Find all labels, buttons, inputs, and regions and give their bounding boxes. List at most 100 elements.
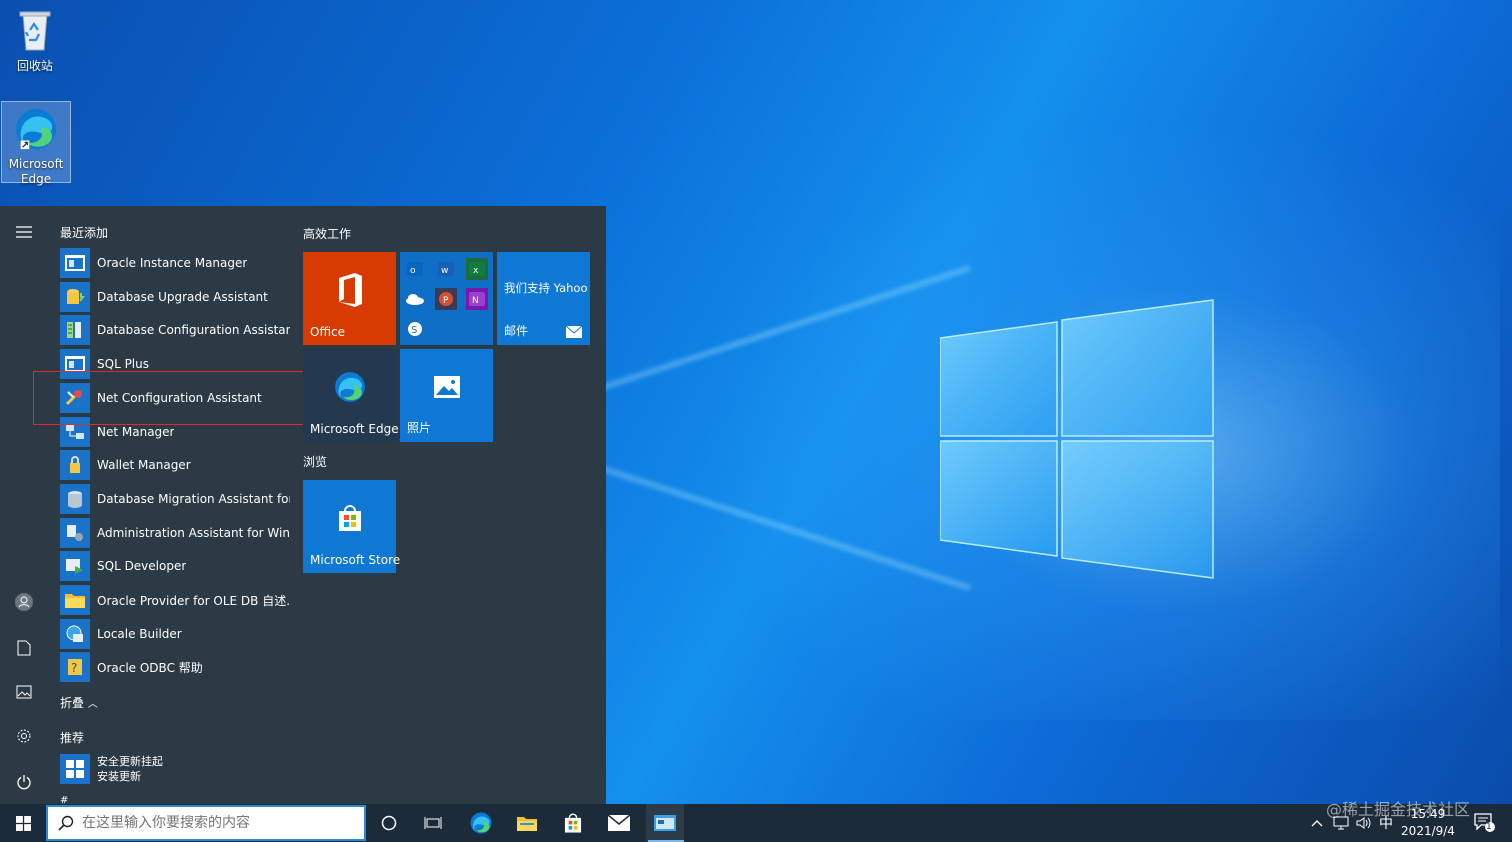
desktop-icon-recycle-bin[interactable]: 回收站	[0, 4, 70, 74]
recommended-item-security-update[interactable]: 安全更新挂起 安装更新	[60, 752, 290, 786]
notification-count: 1	[1486, 822, 1492, 832]
excel-icon: x	[466, 258, 488, 280]
gear-icon	[17, 729, 31, 743]
app-list-item-label: Database Configuration Assistant	[97, 323, 290, 338]
app-list-item[interactable]: Locale Builder	[60, 618, 290, 650]
search-icon	[58, 815, 74, 831]
edge-icon	[15, 108, 57, 150]
windows-wallpaper-logo	[940, 299, 1214, 579]
user-avatar-icon	[15, 593, 33, 611]
folder-icon	[517, 817, 537, 831]
power-button[interactable]	[12, 770, 36, 794]
powerpoint-icon: P	[435, 288, 457, 310]
app-list-item-label: Database Migration Assistant for...	[97, 491, 290, 506]
app-list-item[interactable]: Administration Assistant for Win...	[60, 517, 290, 549]
word-icon: w	[435, 258, 457, 280]
svg-text:o: o	[410, 266, 416, 276]
task-view-icon	[424, 817, 442, 829]
app-list-item[interactable]: Database Migration Assistant for...	[60, 483, 290, 515]
section-header-recommended: 推荐	[60, 731, 85, 745]
search-input[interactable]	[82, 815, 352, 831]
app-list-item-label: Net Manager	[97, 424, 175, 439]
tile-store[interactable]: Microsoft Store	[303, 480, 400, 573]
taskbar-active-app[interactable]	[646, 804, 684, 842]
desktop-icon-label: Microsoft Edge	[8, 157, 64, 186]
document-icon	[17, 640, 31, 656]
app-list-item[interactable]: Database Upgrade Assistant	[60, 281, 290, 313]
svg-text:S: S	[411, 325, 417, 336]
app-list-item[interactable]: Wallet Manager	[60, 449, 290, 481]
store-bag-icon	[564, 813, 582, 833]
pictures-button[interactable]	[12, 680, 36, 704]
settings-button[interactable]	[12, 724, 36, 748]
app-list-item-label: SQL Plus	[97, 357, 149, 372]
power-icon	[17, 775, 31, 790]
svg-text:w: w	[441, 266, 448, 276]
taskbar-edge[interactable]	[462, 804, 500, 842]
app-list-item[interactable]: Oracle Instance Manager	[60, 247, 290, 279]
skype-icon: S	[404, 318, 426, 340]
tile-mail[interactable]: 我们支持 Yahoo 邮件	[497, 252, 590, 345]
app-list-item[interactable]: Oracle Provider for OLE DB 自述...	[60, 584, 290, 616]
documents-button[interactable]	[12, 636, 36, 660]
app-list-item-label: Oracle ODBC 帮助	[97, 660, 203, 675]
recommended-item-title: 安全更新挂起	[97, 755, 163, 768]
db-migration-icon	[60, 483, 90, 514]
app-list-item-label: Oracle Provider for OLE DB 自述...	[97, 593, 290, 608]
app-list-item[interactable]: SQL Developer	[60, 550, 290, 582]
cortana-button[interactable]	[370, 804, 408, 842]
sql-developer-icon	[60, 551, 90, 582]
tile-office[interactable]: Office	[303, 252, 396, 345]
watermark: @稀土掘金技术社区	[1326, 800, 1471, 819]
collapse-button[interactable]: 折叠 ︿	[60, 694, 98, 711]
app-list-item-label: Database Upgrade Assistant	[97, 289, 268, 304]
start-button[interactable]	[0, 804, 46, 842]
chevron-up-icon	[1311, 820, 1323, 827]
desktop-icon-edge[interactable]: Microsoft Edge	[1, 101, 71, 186]
app-list-item-label: SQL Developer	[97, 559, 187, 574]
tile-yahoo-text: 我们支持 Yahoo	[504, 281, 588, 295]
task-view-button[interactable]	[414, 804, 452, 842]
hamburger-menu-button[interactable]	[12, 220, 36, 244]
recycle-bin-icon	[19, 11, 51, 51]
highlight-annotation	[33, 371, 340, 425]
office-icon	[338, 272, 362, 307]
window-icon	[60, 248, 90, 278]
folder-icon	[60, 585, 90, 615]
taskbar-store[interactable]	[554, 804, 592, 842]
desktop-icon-label: 回收站	[16, 59, 53, 73]
app-list-item-label: Wallet Manager	[97, 458, 191, 473]
hamburger-icon	[16, 226, 32, 238]
taskbar-file-explorer[interactable]	[508, 804, 546, 842]
onedrive-icon	[404, 288, 426, 310]
db-upgrade-icon	[60, 281, 90, 312]
taskbar-mail[interactable]	[600, 804, 638, 842]
recommended-item-subtitle: 安装更新	[97, 770, 141, 783]
tile-edge[interactable]: Microsoft Edge	[303, 349, 399, 442]
mail-envelope-icon	[566, 326, 582, 338]
app-list-item[interactable]: ? Oracle ODBC 帮助	[60, 651, 290, 683]
edge-icon	[334, 371, 365, 402]
tile-store-label: Microsoft Store	[310, 553, 401, 567]
search-box[interactable]	[46, 805, 366, 841]
svg-text:?: ?	[71, 661, 77, 675]
account-button[interactable]	[12, 590, 36, 614]
outlook-icon: o	[404, 258, 426, 280]
show-hidden-icons-button[interactable]	[1306, 804, 1328, 842]
store-bag-icon	[338, 504, 361, 531]
action-center-button[interactable]: 1	[1470, 804, 1500, 842]
tile-edge-label: Microsoft Edge	[310, 422, 399, 436]
start-rail	[0, 206, 48, 804]
db-config-icon	[60, 315, 90, 346]
edge-icon	[470, 812, 492, 834]
app-list-item[interactable]: Database Configuration Assistant	[60, 314, 290, 346]
svg-text:x: x	[473, 266, 479, 276]
tile-photos[interactable]: 照片	[400, 349, 493, 442]
photos-icon	[433, 375, 460, 398]
tile-office-apps-group[interactable]: o w x P N S	[400, 252, 493, 345]
collapse-label: 折叠	[60, 696, 85, 710]
picture-icon	[16, 685, 32, 699]
tile-mail-label: 邮件	[504, 324, 529, 338]
wallet-icon	[60, 450, 90, 481]
clock-date: 2021/9/4	[1401, 824, 1455, 838]
